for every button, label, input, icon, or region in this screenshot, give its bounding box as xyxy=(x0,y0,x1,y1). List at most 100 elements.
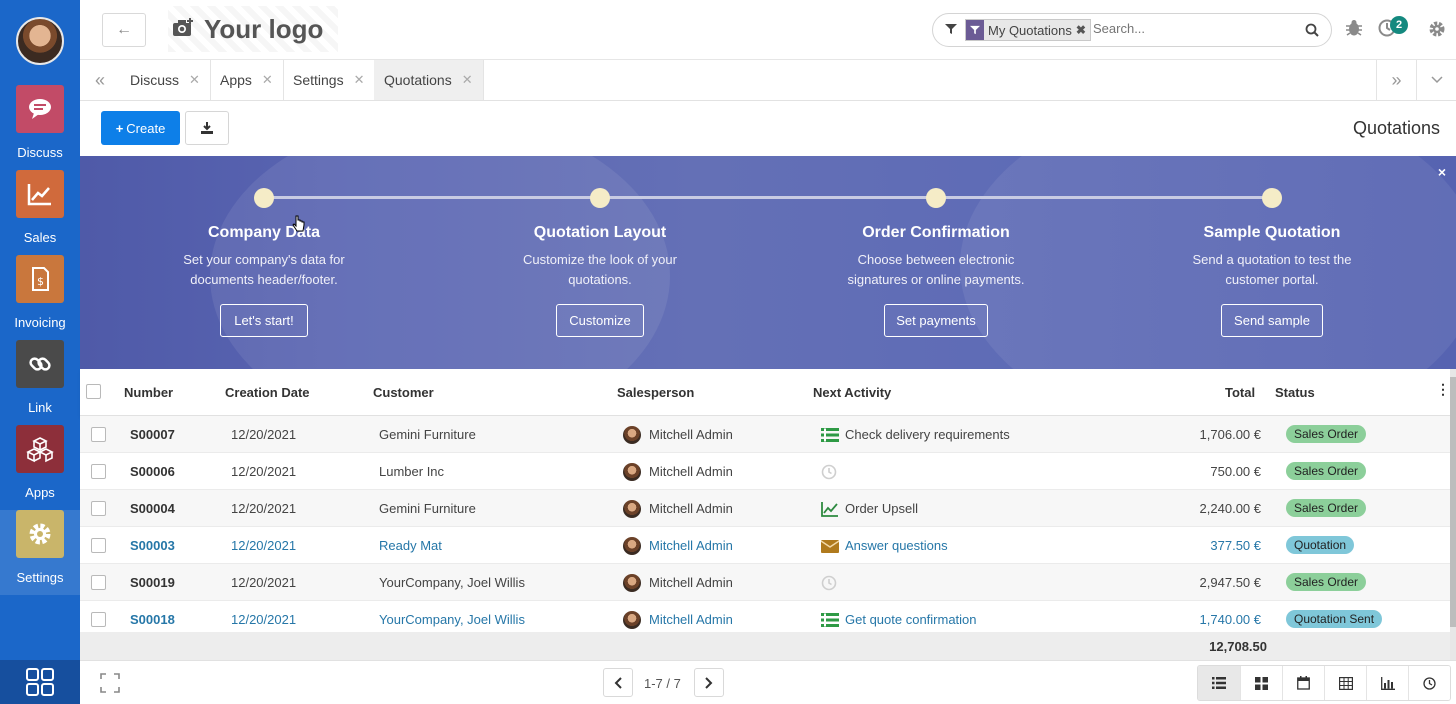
scrollbar[interactable] xyxy=(1450,369,1456,660)
close-icon[interactable]: ✕ xyxy=(354,72,365,88)
tab-discuss[interactable]: Discuss ✕ xyxy=(120,60,211,100)
row-checkbox[interactable] xyxy=(91,427,106,442)
tabs-scroll-right[interactable]: » xyxy=(1376,60,1416,100)
facet-remove-icon[interactable]: ✖ xyxy=(1076,23,1090,37)
clock-icon[interactable] xyxy=(821,575,837,591)
lets-start-button[interactable]: Let's start! xyxy=(220,304,308,337)
cell-date: 12/20/2021 xyxy=(231,501,297,516)
back-button[interactable]: ← xyxy=(102,13,146,47)
bug-icon[interactable] xyxy=(1346,19,1362,37)
search-bar[interactable]: My Quotations ✖ xyxy=(932,13,1332,47)
column-status[interactable]: Status xyxy=(1275,385,1315,400)
filter-icon xyxy=(966,20,984,40)
pivot-view-button[interactable] xyxy=(1324,666,1366,700)
list-icon[interactable] xyxy=(821,613,839,627)
clock-icon[interactable] xyxy=(821,464,837,480)
chevron-left-icon xyxy=(614,676,622,689)
envelope-icon[interactable] xyxy=(821,540,839,553)
close-icon[interactable]: ✕ xyxy=(262,72,273,88)
table-row[interactable]: S00019 12/20/2021 YourCompany, Joel Will… xyxy=(80,564,1450,601)
sidebar-item-apps[interactable]: Apps xyxy=(0,425,80,510)
sidebar-item-invoicing[interactable]: $ Invoicing xyxy=(0,255,80,340)
table-row[interactable]: S00006 12/20/2021 Lumber Inc Mitchell Ad… xyxy=(80,453,1450,490)
app-grid-button[interactable] xyxy=(0,660,80,704)
activity-view-button[interactable] xyxy=(1408,666,1450,700)
column-number[interactable]: Number xyxy=(124,385,173,400)
sidebar-item-link[interactable]: Link xyxy=(0,340,80,425)
row-checkbox[interactable] xyxy=(91,464,106,479)
tabs-scroll-left[interactable]: « xyxy=(80,60,120,100)
search-facet[interactable]: My Quotations ✖ xyxy=(965,19,1091,41)
step-title[interactable]: Order Confirmation xyxy=(816,224,1056,242)
column-creation-date[interactable]: Creation Date xyxy=(225,385,310,400)
cell-activity: Order Upsell xyxy=(845,501,918,516)
customize-button[interactable]: Customize xyxy=(556,304,644,337)
close-icon[interactable]: ✕ xyxy=(462,72,473,88)
control-panel: + Create Quotations xyxy=(80,101,1456,156)
cell-total: 377.50 € xyxy=(1210,538,1261,553)
tab-label: Discuss xyxy=(130,72,180,88)
table-row[interactable]: S00004 12/20/2021 Gemini Furniture Mitch… xyxy=(80,490,1450,527)
sidebar-item-settings[interactable]: Settings xyxy=(0,510,80,595)
invoice-icon: $ xyxy=(16,255,64,303)
column-total[interactable]: Total xyxy=(1225,385,1255,400)
list-icon[interactable] xyxy=(821,428,839,442)
app-sidebar: Discuss Sales $ Invoicing Link Apps Sett… xyxy=(0,0,80,704)
user-avatar[interactable] xyxy=(16,17,64,65)
list-view-button[interactable] xyxy=(1198,666,1240,700)
calendar-view-button[interactable] xyxy=(1282,666,1324,700)
gear-icon[interactable] xyxy=(1429,21,1445,37)
column-salesperson[interactable]: Salesperson xyxy=(617,385,694,400)
create-label: Create xyxy=(126,120,166,136)
avatar xyxy=(623,574,641,592)
sidebar-item-sales[interactable]: Sales xyxy=(0,170,80,255)
download-button[interactable] xyxy=(185,111,229,145)
search-icon[interactable] xyxy=(1305,23,1319,37)
tab-settings[interactable]: Settings ✕ xyxy=(283,60,376,100)
tab-label: Settings xyxy=(293,72,344,88)
pager-previous-button[interactable] xyxy=(603,668,633,697)
cell-activity: Get quote confirmation xyxy=(845,612,977,627)
tab-quotations[interactable]: Quotations ✕ xyxy=(374,60,484,100)
set-payments-button[interactable]: Set payments xyxy=(884,304,988,337)
search-input[interactable] xyxy=(1093,21,1293,36)
cell-salesperson: Mitchell Admin xyxy=(649,612,733,627)
step-title[interactable]: Company Data xyxy=(144,224,384,242)
graph-view-button[interactable] xyxy=(1366,666,1408,700)
table-row[interactable]: S00003 12/20/2021 Ready Mat Mitchell Adm… xyxy=(80,527,1450,564)
close-icon[interactable]: ✕ xyxy=(189,72,200,88)
cell-salesperson: Mitchell Admin xyxy=(649,538,733,553)
pager-next-button[interactable] xyxy=(694,668,724,697)
step-title[interactable]: Sample Quotation xyxy=(1152,224,1392,242)
bar-chart-icon xyxy=(1380,676,1395,690)
cell-date: 12/20/2021 xyxy=(231,612,297,627)
onboarding-step-quotation-layout: Quotation Layout Customize the look of y… xyxy=(480,188,720,290)
company-logo[interactable]: Your logo xyxy=(168,6,338,52)
top-bar: ← Your logo My Quotations ✖ 2 xyxy=(80,0,1456,60)
close-icon[interactable]: × xyxy=(1438,164,1446,180)
table-row[interactable]: S00007 12/20/2021 Gemini Furniture Mitch… xyxy=(80,416,1450,453)
row-checkbox[interactable] xyxy=(91,575,106,590)
create-button[interactable]: + Create xyxy=(101,111,180,145)
avatar xyxy=(623,463,641,481)
arrow-left-icon: ← xyxy=(116,21,132,38)
cell-number: S00004 xyxy=(130,501,175,516)
send-sample-button[interactable]: Send sample xyxy=(1221,304,1323,337)
optional-columns-kebab-icon[interactable]: ⋮ xyxy=(1436,381,1450,398)
sidebar-item-discuss[interactable]: Discuss xyxy=(0,85,80,170)
tabs-dropdown[interactable] xyxy=(1416,60,1456,100)
cell-total: 2,240.00 € xyxy=(1199,501,1261,516)
tab-apps[interactable]: Apps ✕ xyxy=(210,60,284,100)
step-title[interactable]: Quotation Layout xyxy=(480,224,720,242)
row-checkbox[interactable] xyxy=(91,501,106,516)
pager-value[interactable]: 1-7 / 7 xyxy=(644,676,681,691)
chart-icon[interactable] xyxy=(821,501,839,517)
fullscreen-icon[interactable] xyxy=(100,673,120,693)
kanban-view-button[interactable] xyxy=(1240,666,1282,700)
column-next-activity[interactable]: Next Activity xyxy=(813,385,891,400)
select-all-checkbox[interactable] xyxy=(86,384,101,399)
chevron-down-icon xyxy=(1430,76,1443,84)
row-checkbox[interactable] xyxy=(91,538,106,553)
row-checkbox[interactable] xyxy=(91,612,106,627)
column-customer[interactable]: Customer xyxy=(373,385,434,400)
